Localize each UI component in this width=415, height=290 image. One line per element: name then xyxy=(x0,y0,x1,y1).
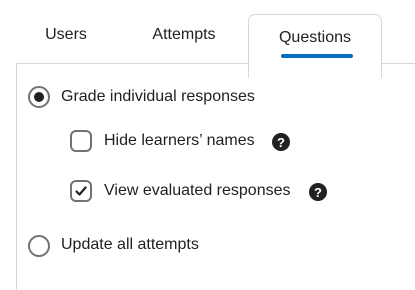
checkmark-icon xyxy=(75,186,87,196)
radio-selected-dot xyxy=(34,92,44,102)
tab-attempts-label: Attempts xyxy=(152,26,216,43)
tab-users[interactable]: Users xyxy=(26,0,106,62)
tab-questions[interactable]: Questions xyxy=(248,14,382,78)
panel-border-top xyxy=(16,63,248,64)
tab-users-label: Users xyxy=(45,26,87,43)
tab-attempts[interactable]: Attempts xyxy=(130,0,238,62)
grade-individual-radio[interactable] xyxy=(28,86,50,108)
view-evaluated-checkbox[interactable] xyxy=(70,180,92,202)
grade-individual-label: Grade individual responses xyxy=(61,88,255,105)
hide-names-checkbox[interactable] xyxy=(70,130,92,152)
update-all-label: Update all attempts xyxy=(61,236,199,253)
tab-questions-label: Questions xyxy=(278,29,352,46)
view-evaluated-label: View evaluated responses xyxy=(104,182,291,199)
panel-border-left xyxy=(16,64,17,290)
hide-names-label: Hide learners’ names xyxy=(104,132,255,149)
update-all-radio[interactable] xyxy=(28,235,50,257)
help-icon[interactable]: ? xyxy=(272,133,290,151)
selected-tab-indicator xyxy=(281,54,353,58)
help-icon[interactable]: ? xyxy=(309,183,327,201)
tab-bar: Users Attempts Questions xyxy=(0,0,415,78)
panel-border-top-right xyxy=(382,63,415,64)
